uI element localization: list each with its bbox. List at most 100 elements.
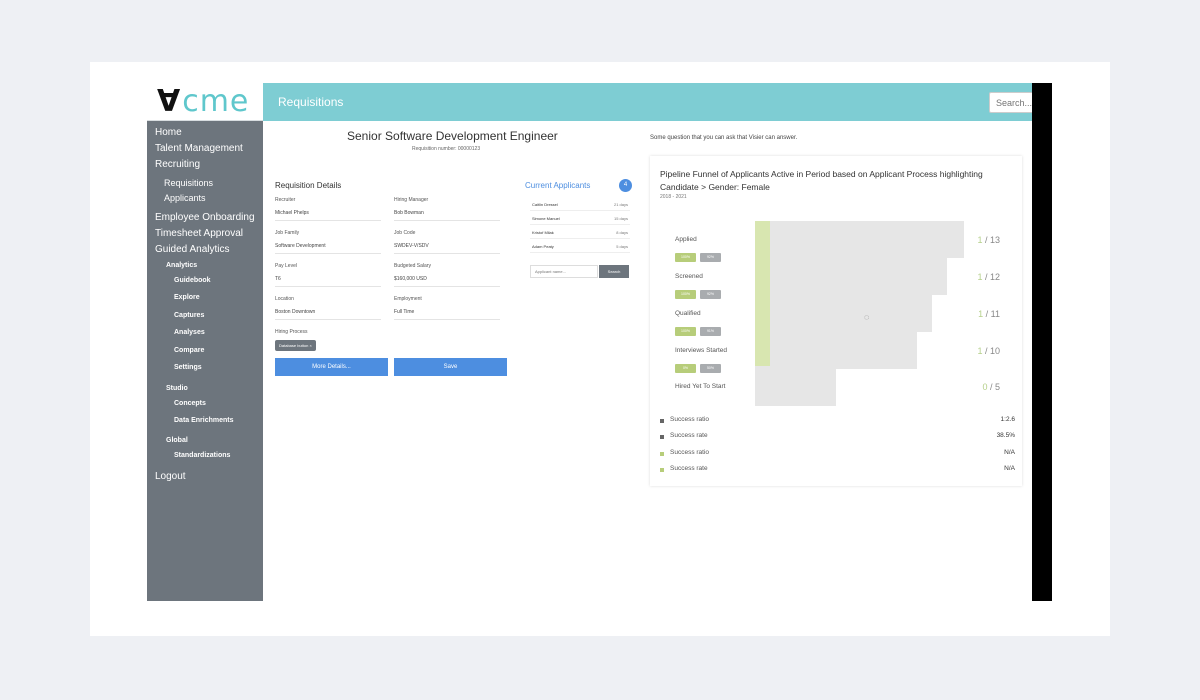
employment-field[interactable]: Full Time	[394, 305, 500, 320]
applicant-count-badge: 4	[619, 179, 632, 192]
legend-value: N/A	[1004, 449, 1015, 456]
conversion-pill-overall: 92%	[700, 253, 721, 262]
applicant-search-input[interactable]	[530, 265, 598, 278]
hiring-process-tag[interactable]: Database button ×	[275, 340, 316, 351]
stage-ratio-total: / 11	[983, 309, 1000, 319]
recruiter-label: Recruiter	[275, 197, 296, 203]
legend-label: Success ratio	[670, 449, 710, 456]
current-applicants-heading: Current Applicants	[525, 181, 591, 190]
legend-dot	[660, 468, 664, 472]
app-logo[interactable]: ∀ cme	[147, 83, 263, 121]
sidebar-item-recruiting[interactable]: Recruiting	[155, 159, 200, 170]
sidebar-item-compare[interactable]: Compare	[174, 347, 204, 354]
window-edge	[1032, 83, 1052, 601]
funnel-bar[interactable]	[755, 258, 947, 295]
legend-row: Success ratio 1:2.6	[660, 416, 1015, 428]
sidebar-item-concepts[interactable]: Concepts	[174, 400, 206, 407]
stage-ratio-screened: 1 / 12	[950, 272, 1000, 282]
conversion-pill-overall: 91%	[700, 327, 721, 336]
pay-level-field[interactable]: T6	[275, 272, 381, 287]
sidebar-item-guided-analytics[interactable]: Guided Analytics	[155, 244, 230, 255]
legend-dot	[660, 435, 664, 439]
hiring-manager-field[interactable]: Bob Bowman	[394, 206, 500, 221]
sidebar-item-studio[interactable]: Studio	[166, 385, 188, 392]
location-field[interactable]: Boston Downtown	[275, 305, 381, 320]
sidebar-item-applicants[interactable]: Applicants	[164, 193, 206, 203]
funnel-bar[interactable]	[755, 332, 917, 369]
conversion-pill-overall: 92%	[700, 290, 721, 299]
stage-ratio-interviews-started: 1 / 10	[950, 346, 1000, 356]
stage-label-hired-yet-to-start: Hired Yet To Start	[675, 383, 726, 390]
stage-ratio-qualified: 1 / 11	[950, 309, 1000, 319]
stage-ratio-hired-yet-to-start: 0 / 5	[950, 382, 1000, 392]
budgeted-salary-field[interactable]: $160,000 USD	[394, 272, 500, 287]
legend-label: Success ratio	[670, 416, 710, 423]
stage-ratio-total: / 13	[982, 235, 1000, 245]
sidebar-item-talent-management[interactable]: Talent Management	[155, 143, 243, 154]
legend-dot	[660, 452, 664, 456]
stage-label-applied: Applied	[675, 236, 697, 243]
logo-text: cme	[182, 83, 250, 119]
job-family-field[interactable]: Software Development	[275, 239, 381, 254]
sidebar-item-captures[interactable]: Captures	[174, 312, 204, 319]
stage-ratio-applied: 1 / 13	[950, 235, 1000, 245]
sidebar-item-settings[interactable]: Settings	[174, 364, 202, 371]
applicant-name: Kristof Milak	[532, 230, 554, 235]
applicant-row[interactable]: Simone Manuel 15 days	[530, 211, 630, 225]
sidebar-item-data-enrichments[interactable]: Data Enrichments	[174, 417, 234, 424]
job-family-label: Job Family	[275, 230, 300, 236]
sidebar-item-requisitions[interactable]: Requisitions	[164, 178, 213, 188]
employment-label: Employment	[394, 296, 422, 302]
applicant-name: Caitlin Dressel	[532, 202, 558, 207]
legend-value: 38.5%	[996, 432, 1015, 439]
legend-label: Success rate	[670, 465, 708, 472]
chart-title: Pipeline Funnel of Applicants Active in …	[660, 169, 983, 192]
hiring-manager-label: Hiring Manager	[394, 197, 429, 203]
conversion-pill-female: 0%	[675, 364, 696, 373]
sidebar-item-explore[interactable]: Explore	[174, 294, 200, 301]
applicant-name: Adam Peaty	[532, 244, 554, 249]
stage-ratio-total: / 10	[982, 346, 1000, 356]
applicant-row[interactable]: Adam Peaty 5 days	[530, 239, 630, 253]
budgeted-salary-label: Budgeted Salary	[394, 263, 431, 269]
applicant-search-button[interactable]: Search	[599, 265, 629, 278]
sidebar-item-guidebook[interactable]: Guidebook	[174, 277, 211, 284]
sidebar: Home Talent Management Recruiting Requis…	[147, 121, 263, 601]
job-code-field[interactable]: SWDEV-V/SDV	[394, 239, 500, 254]
sidebar-item-standardizations[interactable]: Standardizations	[174, 452, 230, 459]
female-highlight-strip	[755, 221, 770, 366]
legend-row: Success rate N/A	[660, 465, 1015, 477]
applicant-days: 8 days	[616, 230, 628, 235]
sidebar-item-analyses[interactable]: Analyses	[174, 329, 205, 336]
suggested-question[interactable]: Some question that you can ask that Visi…	[650, 135, 797, 141]
recruiter-field[interactable]: Michael Phelps	[275, 206, 381, 221]
applicant-row[interactable]: Kristof Milak 8 days	[530, 225, 630, 239]
sidebar-item-analytics[interactable]: Analytics	[166, 262, 197, 269]
mouse-cursor-icon: ◌	[864, 312, 870, 322]
applicant-days: 21 days	[613, 202, 628, 207]
applicant-row[interactable]: Caitlin Dressel 21 days	[530, 197, 630, 211]
funnel-bar[interactable]	[755, 295, 932, 332]
requisition-number: Requisition number: 00000123	[412, 146, 481, 152]
sidebar-item-timesheet-approval[interactable]: Timesheet Approval	[155, 228, 243, 239]
sidebar-item-home[interactable]: Home	[155, 127, 182, 138]
logo-mark: ∀	[157, 83, 181, 119]
conversion-pill-female: 100%	[675, 253, 696, 262]
sidebar-item-global[interactable]: Global	[166, 437, 188, 444]
legend-label: Success rate	[670, 432, 708, 439]
top-bar: Requisitions ▼	[263, 83, 1032, 121]
stage-label-interviews-started: Interviews Started	[675, 347, 728, 354]
funnel-bar[interactable]	[755, 221, 964, 258]
sidebar-item-employee-onboarding[interactable]: Employee Onboarding	[155, 212, 255, 223]
more-details-button[interactable]: More Details...	[275, 358, 388, 376]
stage-ratio-total: / 12	[982, 272, 1000, 282]
sidebar-item-logout[interactable]: Logout	[155, 471, 186, 482]
stage-ratio-total: / 5	[987, 382, 1000, 392]
funnel-bar[interactable]	[755, 369, 836, 406]
legend-value: 1:2.6	[1000, 416, 1015, 423]
save-button[interactable]: Save	[394, 358, 507, 376]
applicant-days: 5 days	[616, 244, 628, 249]
chart-subtitle: 2018 - 2021	[660, 194, 687, 200]
funnel-chart-card: Pipeline Funnel of Applicants Active in …	[650, 156, 1022, 486]
global-search-input[interactable]	[989, 92, 1032, 113]
